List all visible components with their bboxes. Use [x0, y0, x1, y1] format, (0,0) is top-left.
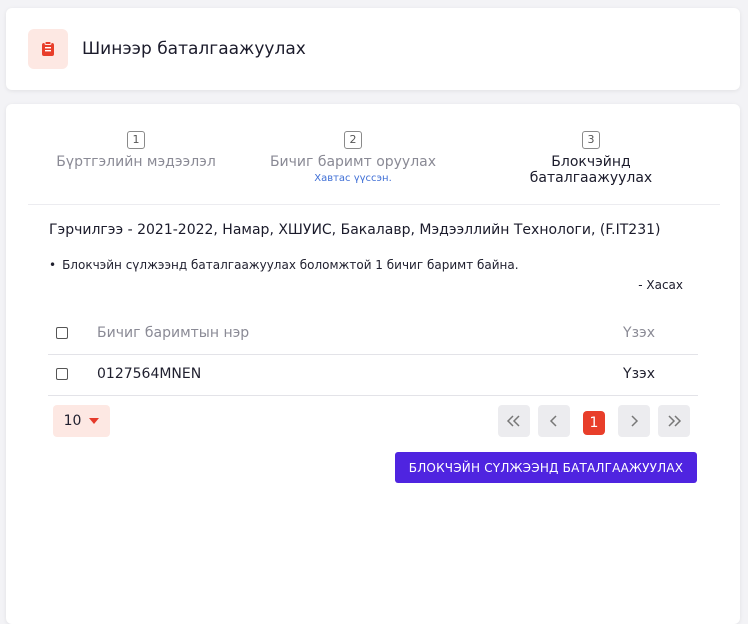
page-size-select[interactable]: 10	[53, 405, 110, 437]
select-all-checkbox[interactable]	[56, 327, 68, 339]
step-number: 3	[582, 131, 600, 149]
divider	[28, 204, 720, 205]
row-checkbox[interactable]	[56, 368, 68, 380]
caret-down-icon	[89, 418, 100, 424]
table-row: 0127564MNEN Үзэх	[48, 355, 698, 396]
main-card: 1 Бүртгэлийн мэдээлэл 2 Бичиг баримт ору…	[6, 104, 740, 624]
chevron-left-icon	[549, 415, 557, 427]
chevron-right-icon	[631, 415, 639, 427]
document-name: 0127564MNEN	[97, 366, 202, 382]
prev-page-button[interactable]	[538, 405, 570, 437]
column-header-name: Бичиг баримтын нэр	[97, 325, 250, 341]
step-number: 2	[344, 131, 362, 149]
first-page-button[interactable]	[498, 405, 530, 437]
info-list: Блокчэйн сүлжээнд баталгаажуулах боломжт…	[49, 258, 518, 272]
page-size-value: 10	[63, 413, 82, 429]
next-page-button[interactable]	[618, 405, 650, 437]
step-number: 1	[127, 131, 145, 149]
step-1[interactable]: 1 Бүртгэлийн мэдээлэл	[36, 128, 236, 170]
step-3[interactable]: 3 Блокчэйнд баталгаажуулах	[491, 128, 691, 186]
column-header-view: Үзэх	[623, 325, 655, 341]
step-label: Бичиг баримт оруулах	[269, 154, 437, 170]
step-2[interactable]: 2 Бичиг баримт оруулах Хавтас үүссэн.	[253, 128, 453, 184]
verify-blockchain-button[interactable]: БЛОКЧЭЙН СҮЛЖЭЭНД БАТАЛГААЖУУЛАХ	[395, 452, 697, 483]
table-header: Бичиг баримтын нэр Үзэх	[48, 314, 698, 355]
step-status: Хавтас үүссэн.	[314, 173, 392, 184]
last-page-button[interactable]	[658, 405, 690, 437]
info-item: Блокчэйн сүлжээнд баталгаажуулах боломжт…	[49, 258, 518, 272]
clipboard-icon	[28, 29, 68, 69]
remove-link[interactable]: - Хасах	[638, 278, 683, 292]
double-chevron-left-icon	[506, 415, 520, 427]
page-title: Шинээр баталгаажуулах	[82, 39, 306, 59]
view-link[interactable]: Үзэх	[623, 366, 655, 382]
page-number-button[interactable]: 1	[583, 411, 605, 435]
course-info: Гэрчилгээ - 2021-2022, Намар, ХШУИС, Бак…	[49, 222, 661, 238]
step-label: Бүртгэлийн мэдээлэл	[56, 154, 216, 170]
double-chevron-right-icon	[668, 415, 682, 427]
step-label: Блокчэйнд баталгаажуулах	[529, 154, 653, 186]
documents-table: Бичиг баримтын нэр Үзэх 0127564MNEN Үзэх	[48, 314, 698, 396]
header-card: Шинээр баталгаажуулах	[6, 8, 740, 90]
